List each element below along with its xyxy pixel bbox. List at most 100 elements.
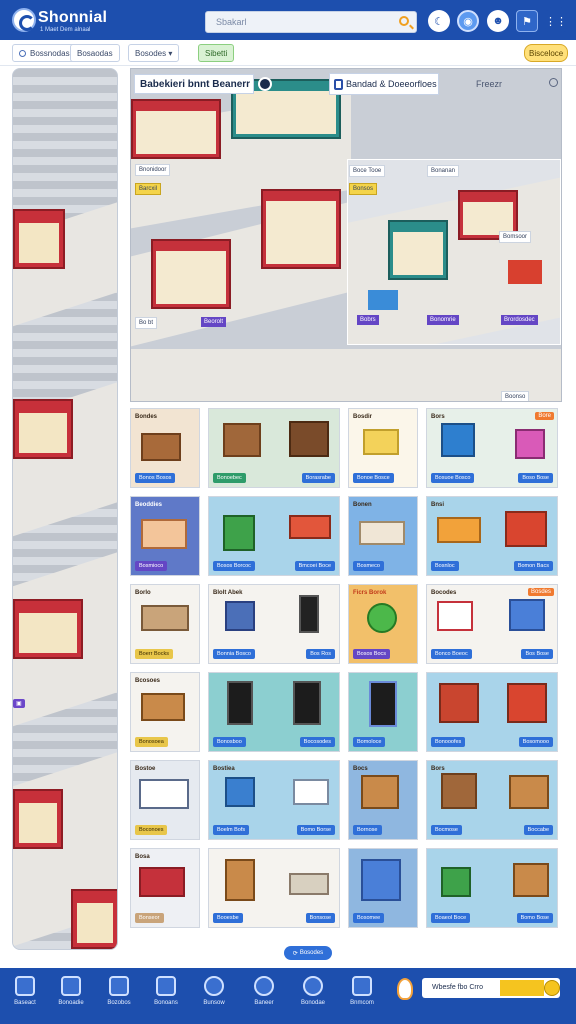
product-card[interactable]: Bocs Bornose [348,760,418,840]
smiley-icon[interactable] [544,980,560,996]
nav-item-1[interactable]: Bonoadie [48,976,94,1016]
filter-dropdown[interactable]: Bosodes ▾ [128,44,180,62]
shelf-unit [441,773,477,809]
table [289,873,329,895]
cart-summary[interactable]: Wbesfe fbo Crro [422,978,560,998]
kiosk [289,421,329,457]
product-card[interactable]: Ficrs Borok Bosos Bocs [348,584,418,664]
shelf-unit [141,433,181,461]
shelf-unit [361,775,399,809]
product-card[interactable]: Blolt Abek Bonnia Bosco Bos Ros [208,584,340,664]
user-icon[interactable]: ☻ [487,10,509,32]
shop-sticker[interactable]: Bobrs [357,315,379,325]
product-card[interactable]: Bnsi Bosnloc Bomon Bacs [426,496,558,576]
product-card[interactable]: Bocodes Bosdes Bonco Boeoc Bos Bose [426,584,558,664]
shop-icon [61,976,81,996]
product-card[interactable]: Beoddies Bosmioco [130,496,200,576]
filter-bar: Bossnodas Bosaodas Bosodes ▾ Sibetti Bis… [0,40,576,66]
filter-toggle[interactable]: Bisceloce [524,44,569,62]
shelf-unit [141,605,189,631]
close-icon[interactable] [258,77,272,91]
top-bar: Shonnial 1 Maet Dem alnaal Sbakarl ☾ ◉ ☻… [0,0,576,40]
kiosk [368,290,398,310]
product-card[interactable]: Bonosboo Bocosodes [208,672,340,752]
storefront [505,511,547,547]
floor-section [131,349,561,401]
shop-sticker[interactable]: Boce Tooe [349,165,386,177]
product-card[interactable]: Bonoebec Borasrabe [208,408,340,488]
product-card[interactable]: Boaeol Boce Bomo Bose [426,848,558,928]
nav-item-5[interactable]: Baneer [241,976,287,1016]
booth [509,599,545,631]
product-card[interactable]: Bonooofes Bosomooo [426,672,558,752]
product-card[interactable]: Bosa Bonseor [130,848,200,928]
nav-item-4[interactable]: Bunsow [191,976,237,1016]
list-icon [352,976,372,996]
nav-item-0[interactable]: Baseact [2,976,48,1016]
mall-main-view[interactable]: Babekieri bnnt Beanerr Bandad & Doeeorfl… [130,68,562,402]
product-card[interactable]: Bondes Bonos Bosos [130,408,200,488]
app-title: Shonnial [38,9,108,26]
cart-stand [508,260,542,284]
storefront [151,239,231,309]
vending-machine [223,515,255,551]
stall-image [141,519,187,549]
atm-machine [225,601,255,631]
account-button[interactable]: ◉ [457,10,479,32]
shop-sticker[interactable]: Bonsos [349,183,378,195]
search-icon[interactable] [549,78,558,87]
nav-item-3[interactable]: Bonoans [143,976,189,1016]
product-card[interactable]: Bonen Bosmeco [348,496,418,576]
help-label: Freezr [476,79,503,89]
storefront [139,867,185,897]
target-icon [254,976,274,996]
product-card[interactable]: Bcosoes Bonosoea [130,672,200,752]
product-card[interactable]: Bosos Borcoc Bmcoei Boce [208,496,340,576]
filter-chip-active[interactable]: Sibetti [198,44,235,62]
shop-sticker[interactable]: Bonanan [427,165,460,177]
filter-chip-1[interactable]: Bossnodas [12,44,77,62]
nav-item-7[interactable]: Bnmcom [339,976,385,1016]
shop-sticker[interactable]: Beorolt [201,317,227,327]
product-card[interactable]: Bostoe Boconoes [130,760,200,840]
nav-item-2[interactable]: Bozobos [96,976,142,1016]
shop-sticker[interactable]: Bonomrie [427,315,459,325]
shop-sticker[interactable]: Bo bt [135,317,158,329]
cart-icon [303,976,323,996]
search-placeholder: Sbakarl [216,17,247,27]
product-card[interactable]: Bosdir Bonoe Bosce [348,408,418,488]
product-card[interactable]: Borlo Boerr Bocks [130,584,200,664]
store-banner[interactable]: Bandad & Doeeorfloes [329,73,439,95]
shop-sticker[interactable]: Bomsoor [499,231,532,243]
search-icon[interactable] [399,16,409,26]
notifications-button[interactable]: ⚑ [516,10,538,32]
load-more-button[interactable]: ⟳ Bosodes [284,946,332,960]
app-subtitle: 1 Maet Dem alnaal [40,27,91,33]
search-input[interactable]: Sbakarl [205,11,417,33]
logo-icon[interactable] [12,8,36,32]
shop-sticker[interactable]: Brordosdec [501,315,538,325]
storefront [13,399,73,459]
storefront [13,599,83,659]
product-box [441,423,475,457]
storefront [388,220,448,280]
product-card[interactable]: Bosomee [348,848,418,928]
fruit-item [367,603,397,633]
storefront [261,189,341,269]
shop-sticker[interactable]: Bnonidoor [135,164,171,176]
product-card[interactable]: Bomoloce [348,672,418,752]
product-card[interactable]: Bors Bocmose Boccabe [426,760,558,840]
mall-panorama-image[interactable]: ▣ [12,68,118,950]
radio-icon [19,49,26,57]
product-card[interactable]: Bostiea Boelm Bofs Bomo Borse [208,760,340,840]
apps-grid-icon[interactable]: ⋮⋮ [545,10,567,32]
product-card[interactable]: Bors Bore Bosuoe Bosco Boso Bose [426,408,558,488]
shop-sticker[interactable]: Barcxil [135,183,162,195]
moon-icon[interactable]: ☾ [428,10,450,32]
mascot-icon[interactable] [397,978,413,1000]
filter-chip-2[interactable]: Bosaodas [70,44,120,62]
product-card[interactable]: Booesbe Bonsose [208,848,340,928]
shop-sticker[interactable]: Boonso [501,391,530,401]
nav-item-6[interactable]: Bonodae [290,976,336,1016]
shelf-unit [225,859,255,901]
